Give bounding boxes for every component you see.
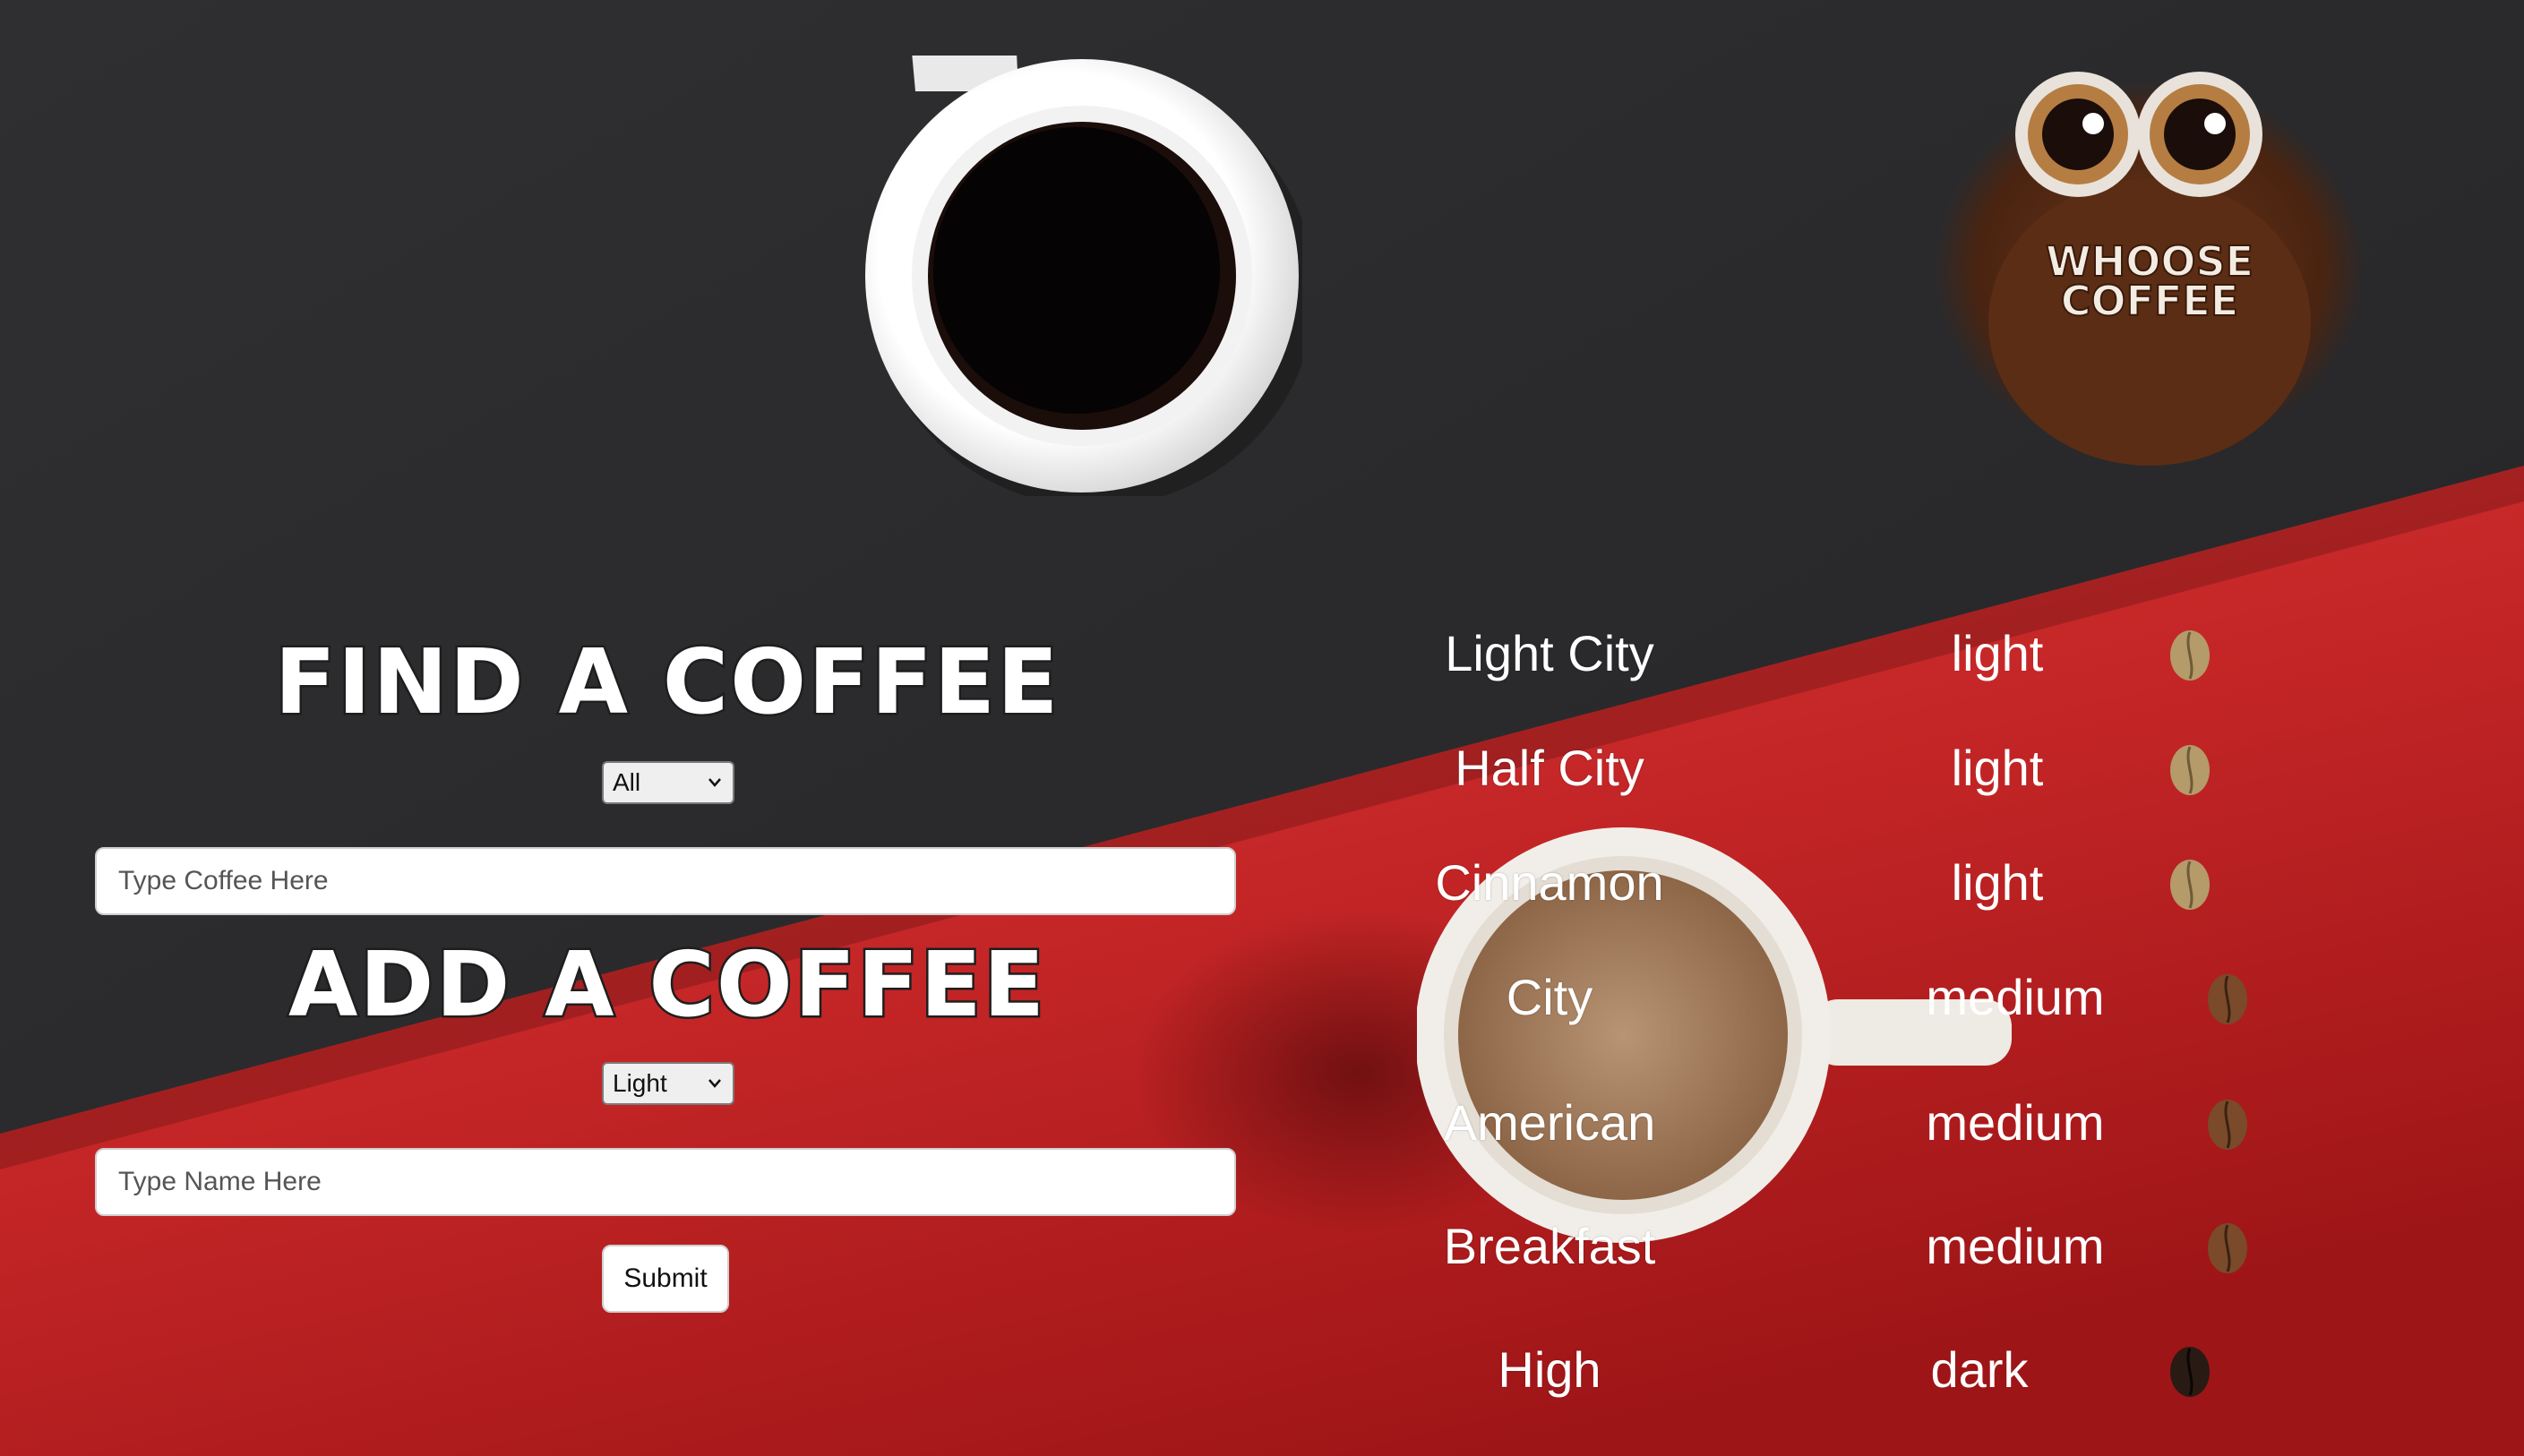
list-item: High dark xyxy=(1397,1325,2329,1415)
chevron-down-icon xyxy=(708,778,721,787)
list-item: Breakfast medium xyxy=(1397,1202,2329,1291)
coffee-roast: medium xyxy=(1926,1218,2105,1274)
list-item: City medium xyxy=(1397,953,2329,1042)
roast-filter-value: All xyxy=(613,768,641,796)
coffee-roast: light xyxy=(1951,854,2044,911)
coffee-roast: medium xyxy=(1926,1094,2105,1151)
light-bean-icon xyxy=(2170,860,2210,910)
black-coffee-cup-image xyxy=(865,56,1302,496)
find-coffee-heading: FIND A COFFEE xyxy=(272,630,1060,734)
list-item: American medium xyxy=(1397,1078,2329,1168)
coffee-name: High xyxy=(1498,1341,1601,1398)
dark-bean-icon xyxy=(2170,1347,2210,1397)
list-item: Light City light xyxy=(1397,609,2329,698)
coffee-name: Cinnamon xyxy=(1435,854,1664,911)
roast-type-select[interactable]: Light xyxy=(602,1062,734,1105)
coffee-name: American xyxy=(1443,1094,1656,1151)
page: WHOOSE COFFEE FIND A COFFEE All ADD A CO… xyxy=(0,0,2524,1456)
coffee-name: Light City xyxy=(1445,625,1654,681)
coffee-name: Breakfast xyxy=(1443,1218,1656,1274)
coffee-roast: medium xyxy=(1926,969,2105,1025)
medium-bean-icon xyxy=(2208,1100,2247,1150)
coffee-roast: light xyxy=(1951,625,2044,681)
list-item: Cinnamon light xyxy=(1397,838,2329,928)
coffee-roast: light xyxy=(1951,740,2044,796)
roast-type-value: Light xyxy=(613,1069,667,1097)
logo-line2: COFFEE xyxy=(2061,277,2239,325)
submit-button[interactable]: Submit xyxy=(602,1245,729,1313)
light-bean-icon xyxy=(2170,630,2210,681)
roast-filter-select[interactable]: All xyxy=(602,761,734,804)
medium-bean-icon xyxy=(2208,974,2247,1024)
light-bean-icon xyxy=(2170,745,2210,795)
medium-bean-icon xyxy=(2208,1223,2247,1273)
whoose-coffee-logo: WHOOSE COFFEE xyxy=(1935,72,2365,466)
coffee-name: City xyxy=(1506,969,1593,1025)
list-item: Half City light xyxy=(1397,724,2329,813)
search-coffee-input[interactable] xyxy=(95,847,1236,915)
coffee-name: Half City xyxy=(1455,740,1644,796)
coffee-roast: dark xyxy=(1930,1341,2029,1398)
chevron-down-icon xyxy=(708,1079,721,1088)
coffee-name-input[interactable] xyxy=(95,1148,1236,1216)
add-coffee-heading: ADD A COFFEE xyxy=(286,932,1047,1037)
